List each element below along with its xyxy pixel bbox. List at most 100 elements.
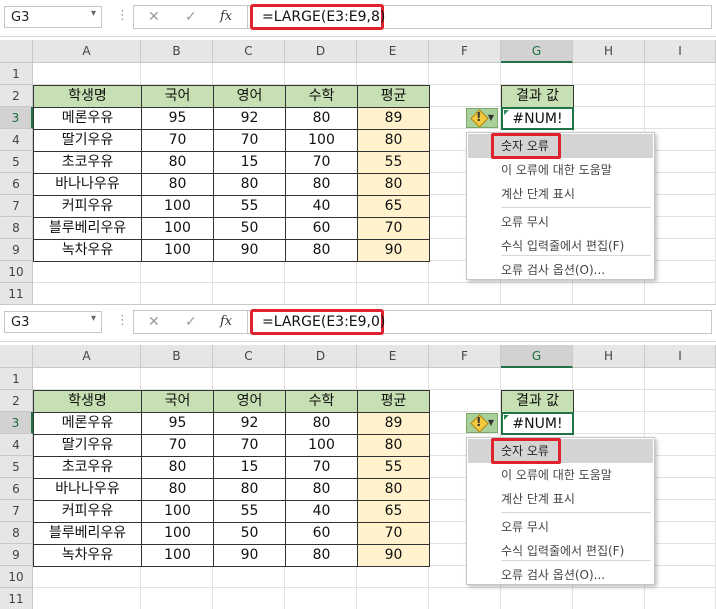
score-cell[interactable]: 90 (213, 239, 286, 262)
row-header-3[interactable]: 3 (0, 107, 33, 129)
select-all-corner[interactable] (0, 40, 33, 63)
score-cell[interactable]: 40 (285, 500, 358, 523)
score-cell[interactable]: 15 (213, 151, 286, 174)
more-options-icon[interactable]: ⋮ (116, 313, 129, 328)
score-cell[interactable]: 100 (285, 434, 358, 457)
student-name-cell[interactable]: 초코우유 (33, 151, 142, 174)
row-header-10[interactable]: 10 (0, 566, 33, 588)
menu-item-error-checking-options[interactable]: 오류 검사 옵션(O)... (468, 258, 653, 282)
average-cell[interactable]: 80 (357, 478, 430, 501)
score-cell[interactable]: 100 (141, 500, 214, 523)
row-header-11[interactable]: 11 (0, 588, 33, 609)
error-warning-button[interactable]: ! ▼ (466, 413, 498, 433)
student-name-cell[interactable]: 바나나우유 (33, 173, 142, 196)
menu-item-ignore-error[interactable]: 오류 무시 (468, 210, 653, 234)
column-header-a[interactable]: A (33, 345, 141, 368)
score-cell[interactable]: 70 (213, 434, 286, 457)
score-cell[interactable]: 60 (285, 217, 358, 240)
average-cell[interactable]: 70 (357, 217, 430, 240)
score-cell[interactable]: 92 (213, 107, 286, 130)
student-name-cell[interactable]: 커피우유 (33, 195, 142, 218)
student-name-cell[interactable]: 녹차우유 (33, 544, 142, 567)
header-average[interactable]: 평균 (357, 85, 430, 108)
score-cell[interactable]: 70 (285, 456, 358, 479)
student-name-cell[interactable]: 초코우유 (33, 456, 142, 479)
row-header-8[interactable]: 8 (0, 217, 33, 239)
insert-function-icon[interactable]: fx (220, 9, 232, 24)
row-header-8[interactable]: 8 (0, 522, 33, 544)
student-name-cell[interactable]: 메론우유 (33, 107, 142, 130)
column-header-c[interactable]: C (213, 345, 285, 368)
score-cell[interactable]: 100 (141, 239, 214, 262)
score-cell[interactable]: 100 (141, 544, 214, 567)
score-cell[interactable]: 100 (285, 129, 358, 152)
header-average[interactable]: 평균 (357, 390, 430, 413)
score-cell[interactable]: 55 (213, 195, 286, 218)
menu-item-error-checking-options[interactable]: 오류 검사 옵션(O)... (468, 563, 653, 587)
score-cell[interactable]: 15 (213, 456, 286, 479)
score-cell[interactable]: 95 (141, 412, 214, 435)
menu-item-help[interactable]: 이 오류에 대한 도움말 (468, 463, 653, 487)
row-header-4[interactable]: 4 (0, 129, 33, 151)
average-cell[interactable]: 55 (357, 151, 430, 174)
column-header-i[interactable]: I (645, 40, 716, 63)
score-cell[interactable]: 80 (285, 239, 358, 262)
score-cell[interactable]: 70 (285, 151, 358, 174)
header-student-name[interactable]: 학생명 (33, 390, 142, 413)
score-cell[interactable]: 40 (285, 195, 358, 218)
student-name-cell[interactable]: 바나나우유 (33, 478, 142, 501)
row-header-1[interactable]: 1 (0, 63, 33, 85)
column-header-e[interactable]: E (357, 40, 429, 63)
row-header-7[interactable]: 7 (0, 195, 33, 217)
column-header-h[interactable]: H (573, 345, 645, 368)
column-header-f[interactable]: F (429, 345, 501, 368)
chevron-down-icon[interactable]: ▾ (91, 313, 96, 324)
score-cell[interactable]: 80 (141, 151, 214, 174)
score-cell[interactable]: 100 (141, 195, 214, 218)
score-cell[interactable]: 80 (285, 173, 358, 196)
average-cell[interactable]: 65 (357, 195, 430, 218)
score-cell[interactable]: 80 (141, 478, 214, 501)
header-korean[interactable]: 국어 (141, 390, 214, 413)
average-cell[interactable]: 55 (357, 456, 430, 479)
name-box[interactable]: G3 ▾ (4, 6, 102, 28)
average-cell[interactable]: 80 (357, 129, 430, 152)
score-cell[interactable]: 70 (141, 129, 214, 152)
header-korean[interactable]: 국어 (141, 85, 214, 108)
header-math[interactable]: 수학 (285, 390, 358, 413)
header-english[interactable]: 영어 (213, 390, 286, 413)
result-header[interactable]: 결과 값 (501, 390, 574, 413)
menu-item-show-calc-steps[interactable]: 계산 단계 표시 (468, 182, 653, 206)
score-cell[interactable]: 80 (141, 173, 214, 196)
column-header-d[interactable]: D (285, 40, 357, 63)
score-cell[interactable]: 90 (213, 544, 286, 567)
row-header-1[interactable]: 1 (0, 368, 33, 390)
score-cell[interactable]: 95 (141, 107, 214, 130)
select-all-corner[interactable] (0, 345, 33, 368)
result-cell[interactable]: #NUM! (501, 107, 574, 130)
average-cell[interactable]: 80 (357, 173, 430, 196)
average-cell[interactable]: 90 (357, 239, 430, 262)
row-header-2[interactable]: 2 (0, 390, 33, 412)
average-cell[interactable]: 89 (357, 107, 430, 130)
score-cell[interactable]: 100 (141, 217, 214, 240)
row-header-7[interactable]: 7 (0, 500, 33, 522)
score-cell[interactable]: 50 (213, 217, 286, 240)
column-header-e[interactable]: E (357, 345, 429, 368)
row-header-9[interactable]: 9 (0, 239, 33, 261)
result-cell[interactable]: #NUM! (501, 412, 574, 435)
row-header-11[interactable]: 11 (0, 283, 33, 304)
student-name-cell[interactable]: 블루베리우유 (33, 217, 142, 240)
name-box[interactable]: G3 ▾ (4, 311, 102, 333)
chevron-down-icon[interactable]: ▾ (91, 8, 96, 19)
enter-icon[interactable]: ✓ (185, 9, 197, 25)
average-cell[interactable]: 65 (357, 500, 430, 523)
row-header-5[interactable]: 5 (0, 456, 33, 478)
student-name-cell[interactable]: 녹차우유 (33, 239, 142, 262)
menu-item-show-calc-steps[interactable]: 계산 단계 표시 (468, 487, 653, 511)
row-header-9[interactable]: 9 (0, 544, 33, 566)
column-header-g[interactable]: G (501, 345, 573, 368)
score-cell[interactable]: 80 (285, 544, 358, 567)
row-header-5[interactable]: 5 (0, 151, 33, 173)
insert-function-icon[interactable]: fx (220, 314, 232, 329)
